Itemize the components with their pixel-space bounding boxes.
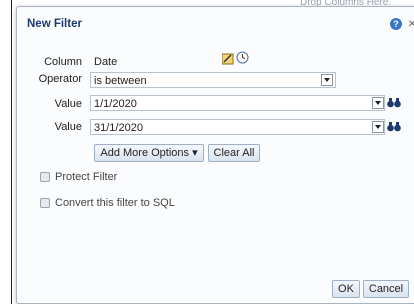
protect-filter-checkbox[interactable] bbox=[40, 172, 50, 182]
convert-sql-checkbox[interactable] bbox=[40, 198, 50, 208]
edit-icon[interactable] bbox=[222, 53, 234, 65]
value2-input[interactable]: 31/1/2020 bbox=[90, 119, 385, 135]
cancel-button[interactable]: Cancel bbox=[363, 280, 409, 298]
new-filter-dialog: New Filter ? × Column Date Operator is b… bbox=[16, 6, 414, 304]
chevron-down-icon[interactable] bbox=[372, 97, 384, 109]
chevron-down-icon[interactable] bbox=[321, 74, 333, 86]
clear-all-button[interactable]: Clear All bbox=[208, 144, 260, 162]
left-panel-edge bbox=[0, 0, 12, 304]
binoculars-icon[interactable] bbox=[387, 97, 401, 108]
dialog-title: New Filter bbox=[27, 18, 82, 30]
protect-filter-label: Protect Filter bbox=[55, 171, 118, 183]
column-value: Date bbox=[94, 56, 118, 68]
clock-icon[interactable] bbox=[236, 51, 249, 64]
close-icon[interactable]: × bbox=[408, 15, 414, 31]
operator-label: Operator bbox=[38, 73, 82, 85]
binoculars-icon[interactable] bbox=[387, 121, 401, 132]
value1-label: Value bbox=[54, 98, 82, 110]
column-label: Column bbox=[44, 56, 82, 68]
add-more-options-button[interactable]: Add More Options ▾ bbox=[94, 144, 204, 162]
chevron-down-icon[interactable] bbox=[372, 121, 384, 133]
ok-button[interactable]: OK bbox=[332, 280, 360, 298]
value1-input[interactable]: 1/1/2020 bbox=[90, 95, 385, 111]
convert-sql-label: Convert this filter to SQL bbox=[55, 197, 175, 209]
value2-label: Value bbox=[54, 121, 82, 133]
operator-select[interactable]: is between bbox=[90, 72, 336, 88]
help-icon[interactable]: ? bbox=[390, 18, 402, 30]
